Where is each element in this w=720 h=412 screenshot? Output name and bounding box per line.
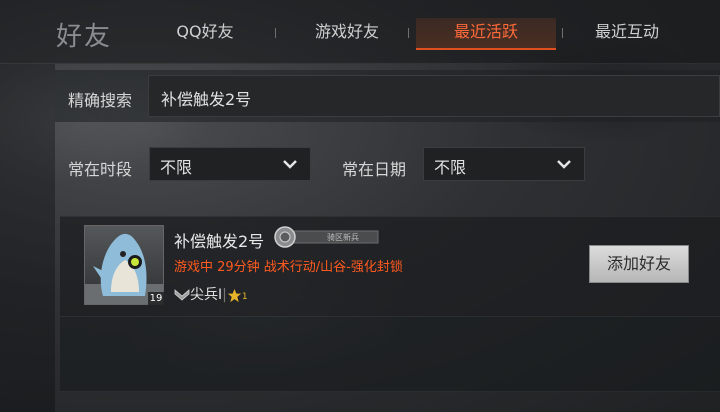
top-bar: 好友 QQ好友 游戏好友 最近活跃 最近互动 [0, 0, 720, 64]
time-filter-label: 常在时段 [68, 160, 133, 179]
tab-divider [408, 28, 409, 38]
badge-label: 骑区新兵 [327, 233, 359, 242]
chevron-rank-icon [174, 289, 190, 301]
tab-recent-interaction[interactable]: 最近互动 [572, 18, 682, 50]
search-label: 精确搜索 [68, 91, 133, 110]
rank-label: 尖兵I [190, 287, 223, 303]
time-filter-value: 不限 [160, 158, 193, 177]
star-icon [227, 288, 241, 302]
tab-game-friends[interactable]: 游戏好友 [292, 18, 402, 50]
friend-name: 补偿触发2号 [174, 232, 265, 251]
rank-info: 尖兵I| 1 [174, 284, 248, 304]
date-filter-value: 不限 [434, 158, 467, 177]
date-filter-dropdown[interactable]: 不限 [423, 147, 585, 181]
left-sidebar [0, 64, 55, 412]
tab-divider [562, 28, 563, 38]
tab-recent-active[interactable]: 最近活跃 [416, 18, 556, 50]
tab-divider [275, 28, 276, 38]
star-count: 1 [241, 292, 248, 302]
chevron-down-icon [283, 160, 297, 169]
chevron-down-icon [557, 160, 571, 169]
page-title: 好友 [56, 22, 113, 52]
empty-list-row [60, 316, 720, 392]
level-tag: 19 [148, 292, 164, 305]
search-value: 补偿触发2号 [161, 90, 252, 109]
date-filter-label: 常在日期 [342, 160, 407, 179]
tab-qq-friends[interactable]: QQ好友 [150, 18, 260, 50]
add-friend-button[interactable]: 添加好友 [589, 245, 689, 283]
search-input[interactable]: 补偿触发2号 [148, 75, 720, 117]
time-filter-dropdown[interactable]: 不限 [149, 147, 311, 181]
game-status: 游戏中 29分钟 战术行动/山谷-强化封锁 [174, 260, 403, 275]
